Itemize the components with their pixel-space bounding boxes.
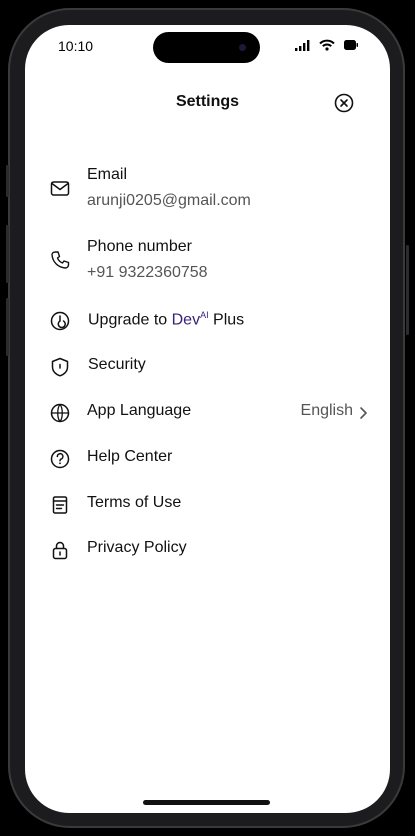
language-label: App Language [87,402,192,419]
upgrade-prefix: Upgrade to [88,311,172,329]
terms-label: Terms of Use [87,494,182,511]
battery-icon [344,40,358,50]
power-button [406,245,409,335]
privacy-label: Privacy Policy [87,539,187,556]
setting-language[interactable]: App Language English [25,400,390,426]
setting-email[interactable]: Email arunji0205@gmail.com [25,163,390,213]
help-icon [50,449,70,469]
setting-terms[interactable]: Terms of Use [25,492,390,518]
document-icon [52,496,68,514]
upgrade-label: Upgrade to DevAI Plus [88,310,244,329]
status-time: 10:10 [58,38,94,54]
wifi-icon [319,39,335,51]
email-value: arunji0205@gmail.com [87,192,251,209]
setting-help[interactable]: Help Center [25,446,390,472]
mail-icon [50,181,70,196]
shield-icon [51,357,69,377]
brand-superscript: AI [200,310,209,320]
phone-icon [51,251,70,269]
setting-privacy[interactable]: Privacy Policy [25,537,390,563]
dynamic-island [153,32,260,63]
security-label: Security [88,356,146,373]
setting-upgrade[interactable]: Upgrade to DevAI Plus [25,308,390,334]
close-button[interactable] [334,93,354,113]
status-bar: 10:10 [25,25,390,69]
signal-icon [295,39,310,51]
screen: 10:10 Settings Email arunji0205@gmail.co… [25,25,390,813]
phone-value: +91 9322360758 [87,264,208,281]
globe-icon [50,403,70,423]
upgrade-icon [50,311,70,331]
volume-down-button [6,298,9,356]
volume-up-button [6,225,9,283]
lock-icon [52,541,68,560]
help-label: Help Center [87,448,173,465]
camera-icon [239,44,246,51]
upgrade-suffix: Plus [208,311,245,329]
email-label: Email [87,166,128,183]
action-button [6,165,9,197]
home-indicator[interactable] [143,800,270,805]
chevron-right-icon [360,407,367,419]
status-icons [295,39,358,51]
language-value: English [300,402,353,419]
setting-phone[interactable]: Phone number +91 9322360758 [25,235,390,285]
phone-label: Phone number [87,238,192,255]
setting-security[interactable]: Security [25,354,390,380]
brand-name: Dev [171,311,201,329]
